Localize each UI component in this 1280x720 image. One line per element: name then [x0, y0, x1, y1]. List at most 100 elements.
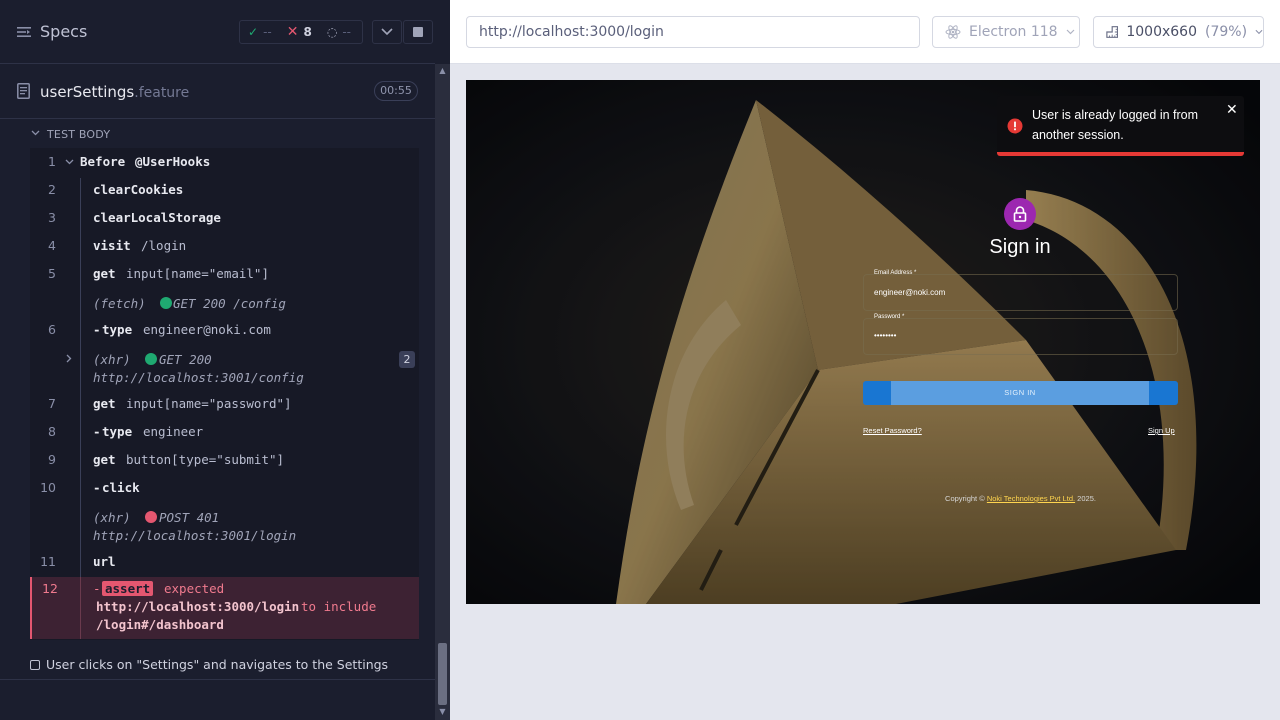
spec-name-text: userSettings: [40, 83, 135, 101]
close-icon[interactable]: ✕: [1226, 102, 1238, 118]
pending-icon: ◌: [326, 25, 338, 39]
chevron-down-icon[interactable]: [65, 159, 74, 165]
copyright: Copyright © Noki Technologies Pvt Ltd. 2…: [863, 494, 1178, 503]
command-log-panel: Specs ✓ -- ✕ 8 ◌ -- userSettings.feature…: [0, 0, 450, 720]
url-bar[interactable]: http://localhost:3000/login: [466, 16, 920, 48]
scrollbar-thumb[interactable]: [438, 643, 447, 705]
command-arg: engineer: [143, 424, 204, 439]
next-test-title: User clicks on "Settings" and navigates …: [46, 657, 389, 672]
lock-icon: [1013, 206, 1027, 222]
assert-tag: assert: [102, 581, 154, 596]
document-icon: [17, 83, 30, 99]
nesting-guide: [80, 178, 81, 608]
command-number: 3: [48, 210, 56, 225]
chevron-down-icon: [1066, 29, 1075, 35]
sign-in-button-label: SIGN IN: [891, 381, 1149, 405]
scroll-down-icon[interactable]: ▼: [437, 707, 448, 717]
ruler-icon: [1106, 26, 1119, 38]
request-type: (xhr): [93, 510, 131, 525]
command-number: 8: [48, 424, 56, 439]
email-field[interactable]: Email Address * engineer@noki.com: [863, 270, 1178, 311]
assert-include-word: to include: [301, 599, 377, 614]
child-dash: -: [93, 424, 101, 439]
spec-name: userSettings.feature: [40, 83, 189, 101]
command-name: visit: [93, 238, 131, 253]
check-icon: ✓: [248, 25, 259, 39]
command-name: Before: [80, 154, 126, 169]
lock-avatar: [1004, 198, 1036, 230]
child-dash: -: [93, 322, 101, 337]
password-value: ••••••••: [874, 331, 897, 340]
copyright-prefix: Copyright ©: [945, 494, 987, 503]
status-dot-icon: [145, 353, 157, 365]
specs-title[interactable]: Specs: [40, 22, 87, 41]
command-name: get: [93, 396, 116, 411]
command-arg: button[type="submit"]: [126, 452, 285, 467]
scroll-up-icon[interactable]: ▲: [437, 66, 448, 76]
expand-button[interactable]: [372, 20, 402, 44]
assert-actual: http://localhost:3000/login: [96, 599, 300, 614]
error-toast: User is already logged in from another s…: [997, 96, 1244, 156]
command-number: 11: [40, 554, 56, 569]
command-name: clearCookies: [93, 182, 184, 197]
password-field[interactable]: Password * ••••••••: [863, 314, 1178, 355]
child-dash: -: [93, 581, 101, 596]
failed-count: 8: [303, 25, 312, 39]
error-icon: [1007, 118, 1023, 134]
command-number: 6: [48, 322, 56, 337]
request-text: POST 401: [159, 510, 220, 525]
command-arg: input[name="password"]: [126, 396, 292, 411]
menu-icon[interactable]: [16, 24, 32, 40]
command-arg: input[name="email"]: [126, 266, 269, 281]
browser-selector[interactable]: Electron 118: [932, 16, 1080, 48]
command-arg: @UserHooks: [135, 154, 211, 169]
viewport-selector[interactable]: 1000x660 (79%): [1093, 16, 1264, 48]
nesting-guide: [80, 577, 81, 639]
copyright-year: 2025.: [1075, 494, 1096, 503]
sign-in-button[interactable]: SIGN IN: [863, 381, 1178, 405]
electron-icon: [945, 25, 961, 39]
reset-password-link[interactable]: Reset Password?: [863, 426, 922, 435]
scrollbar[interactable]: [435, 64, 450, 720]
stop-button[interactable]: [403, 20, 433, 44]
sign-up-link[interactable]: Sign Up: [1148, 426, 1175, 435]
next-test-row[interactable]: User clicks on "Settings" and navigates …: [30, 657, 388, 672]
viewport-zoom: (79%): [1205, 24, 1248, 40]
status-dot-icon: [160, 297, 172, 309]
duration-badge: 00:55: [374, 81, 418, 101]
specs-header: Specs ✓ -- ✕ 8 ◌ --: [0, 0, 435, 64]
request-text: GET 200 /config: [173, 296, 286, 311]
passed-count: --: [263, 25, 272, 39]
status-dot-icon: [145, 511, 157, 523]
command-list: 1 Before @UserHooks 2 clearCookies 3 cle…: [30, 148, 419, 640]
request-count-badge: 2: [399, 351, 415, 368]
company-link[interactable]: Noki Technologies Pvt Ltd.: [987, 494, 1075, 503]
failed-assertion-row[interactable]: 12 - assert expected http://localhost:30…: [30, 577, 419, 639]
chevron-right-icon[interactable]: [66, 354, 72, 363]
command-number: 1: [48, 154, 56, 169]
email-label: Email Address *: [874, 270, 917, 276]
pending-count: --: [342, 25, 351, 39]
browser-name: Electron 118: [969, 24, 1058, 40]
command-name: type: [102, 322, 133, 337]
viewport-size: 1000x660: [1126, 24, 1197, 40]
request-url: http://localhost:3001/login: [93, 528, 297, 543]
assert-expected-value: /login#/dashboard: [96, 617, 224, 632]
command-number: 2: [48, 182, 56, 197]
email-value: engineer@noki.com: [874, 288, 946, 297]
chevron-down-icon[interactable]: [31, 130, 40, 136]
command-number: 10: [40, 480, 56, 495]
command-arg: /login: [141, 238, 187, 253]
request-url: http://localhost:3001/config: [93, 370, 304, 385]
test-body-label[interactable]: TEST BODY: [47, 128, 110, 141]
spec-file-row[interactable]: userSettings.feature 00:55: [0, 65, 435, 119]
command-name: clearLocalStorage: [93, 210, 221, 225]
app-iframe: User is already logged in from another s…: [466, 80, 1260, 604]
assert-expected-word: expected: [164, 581, 225, 596]
command-name: click: [102, 480, 140, 495]
command-number: 12: [42, 581, 58, 596]
command-name: get: [93, 452, 116, 467]
test-stats: ✓ -- ✕ 8 ◌ --: [239, 20, 363, 44]
checkbox-icon: [30, 659, 40, 670]
request-text: GET 200: [159, 352, 212, 367]
